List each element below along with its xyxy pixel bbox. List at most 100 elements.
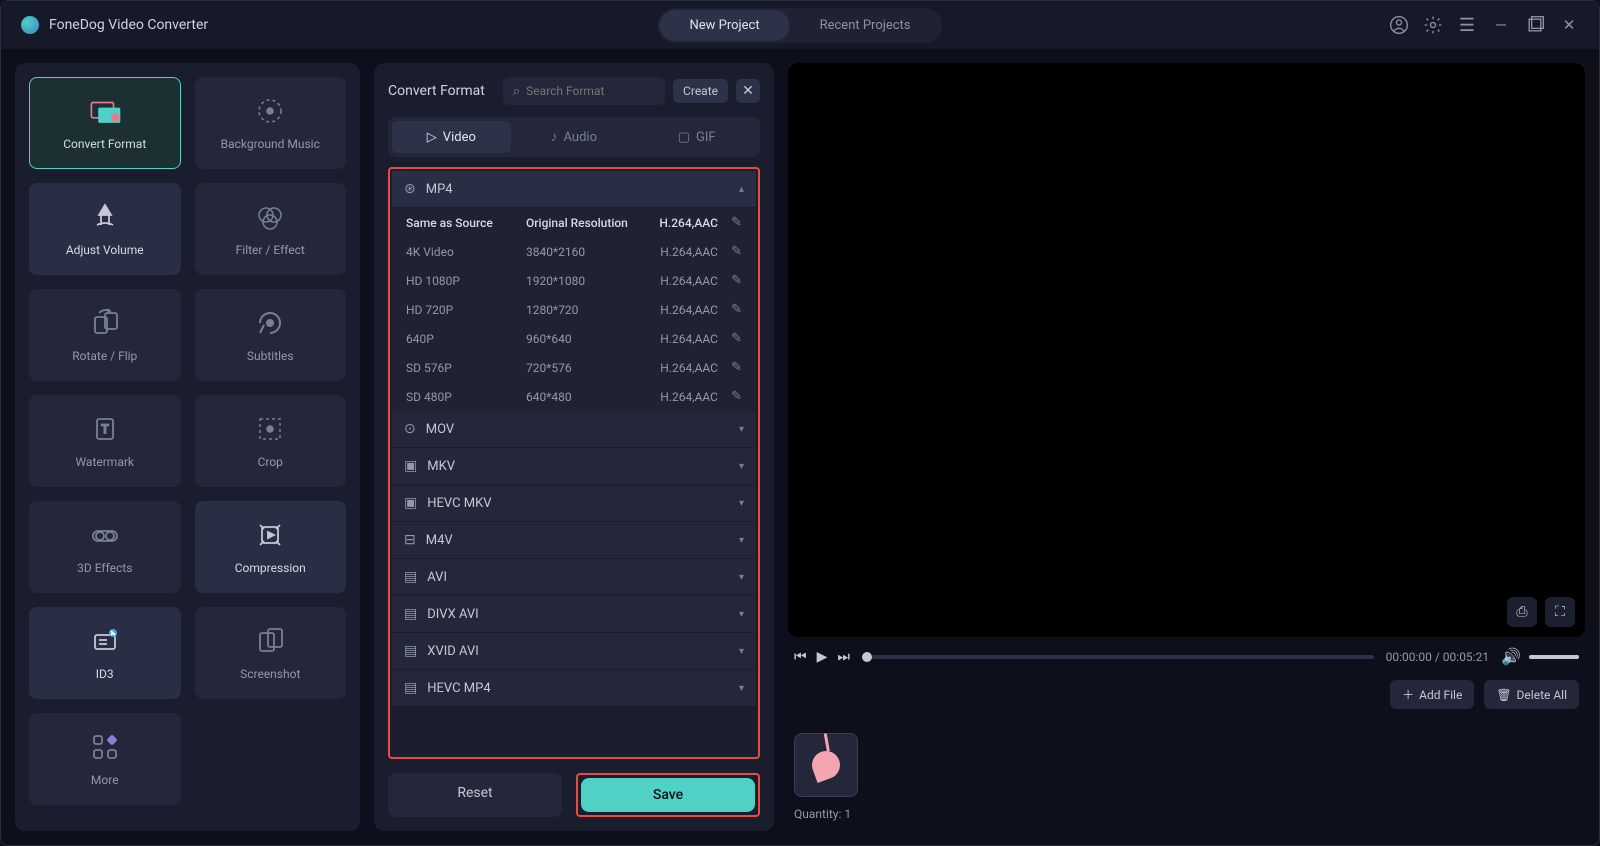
- format-codec: H.264,AAC: [648, 390, 718, 404]
- chevron-down-icon: ▾: [739, 461, 744, 472]
- format-row[interactable]: SD 480P640*480H.264,AAC✎: [392, 382, 756, 411]
- user-icon[interactable]: [1389, 15, 1409, 35]
- play-button[interactable]: ▶: [817, 649, 828, 665]
- tool-screenshot[interactable]: Screenshot: [195, 607, 347, 699]
- file-thumbnail[interactable]: [794, 733, 858, 797]
- tool-convert-format[interactable]: Convert Format: [29, 77, 181, 169]
- menu-icon[interactable]: ☰: [1457, 15, 1477, 35]
- tab-recent-projects[interactable]: Recent Projects: [790, 10, 941, 41]
- chevron-down-icon: ▾: [739, 535, 744, 546]
- edit-icon[interactable]: ✎: [718, 215, 742, 230]
- format-row[interactable]: 640P960*640H.264,AAC✎: [392, 324, 756, 353]
- volume-icon: [88, 201, 122, 233]
- snapshot-icon[interactable]: ⎙: [1507, 597, 1537, 627]
- tab-new-project[interactable]: New Project: [659, 10, 789, 41]
- format-row[interactable]: SD 576P720*576H.264,AAC✎: [392, 353, 756, 382]
- tool-label: Convert Format: [63, 137, 146, 151]
- window-minimize[interactable]: —: [1491, 15, 1511, 35]
- tool-id3[interactable]: ID3: [29, 607, 181, 699]
- delete-all-button[interactable]: 🗑 Delete All: [1484, 680, 1579, 709]
- audio-icon: ♪: [551, 129, 558, 145]
- 3d-icon: [88, 519, 122, 551]
- format-row[interactable]: Same as SourceOriginal ResolutionH.264,A…: [392, 208, 756, 237]
- format-group-label: DIVX AVI: [427, 607, 739, 622]
- tool-crop[interactable]: Crop: [195, 395, 347, 487]
- reset-button[interactable]: Reset: [388, 773, 562, 817]
- format-resolution: 1920*1080: [526, 274, 648, 288]
- tool-label: Subtitles: [247, 349, 294, 363]
- format-row[interactable]: 4K Video3840*2160H.264,AAC✎: [392, 237, 756, 266]
- prev-button[interactable]: ⏮: [794, 649, 807, 665]
- edit-icon[interactable]: ✎: [718, 360, 742, 375]
- edit-icon[interactable]: ✎: [718, 244, 742, 259]
- tool-3d-effects[interactable]: 3D Effects: [29, 501, 181, 593]
- create-button[interactable]: Create: [673, 79, 728, 103]
- video-preview[interactable]: ⎙ ⛶: [788, 63, 1585, 637]
- format-group-label: MOV: [426, 422, 739, 437]
- tool-more[interactable]: More: [29, 713, 181, 805]
- edit-icon[interactable]: ✎: [718, 302, 742, 317]
- tool-subtitles[interactable]: Subtitles: [195, 289, 347, 381]
- tab-audio[interactable]: ♪Audio: [515, 121, 634, 153]
- format-group-m4v[interactable]: ⊟M4V▾: [392, 522, 756, 559]
- format-codec: H.264,AAC: [648, 332, 718, 346]
- tool-watermark[interactable]: TWatermark: [29, 395, 181, 487]
- more-icon: [88, 731, 122, 763]
- tool-label: More: [91, 773, 119, 787]
- tab-video[interactable]: ▷Video: [392, 121, 511, 153]
- volume-icon[interactable]: 🔊: [1501, 647, 1521, 666]
- chevron-up-icon: ▴: [739, 184, 744, 195]
- format-resolution: Original Resolution: [526, 216, 648, 230]
- settings-icon[interactable]: [1423, 15, 1443, 35]
- tab-gif[interactable]: ▢GIF: [637, 121, 756, 153]
- volume-slider[interactable]: [1529, 655, 1579, 659]
- window-maximize[interactable]: [1525, 15, 1545, 35]
- panel-title: Convert Format: [388, 83, 485, 99]
- format-group-divx-avi[interactable]: ▤DIVX AVI▾: [392, 596, 756, 633]
- music-icon: [253, 95, 287, 127]
- search-format-wrap[interactable]: ⌕: [503, 77, 665, 105]
- add-file-button[interactable]: ＋ Add File: [1390, 680, 1474, 709]
- app-logo: [21, 16, 39, 34]
- next-button[interactable]: ⏭: [837, 649, 850, 665]
- convert-icon: [88, 95, 122, 127]
- format-icon: ▤: [404, 606, 417, 622]
- edit-icon[interactable]: ✎: [718, 273, 742, 288]
- tool-label: Rotate / Flip: [72, 349, 137, 363]
- format-group-mp4[interactable]: ⊛MP4▴: [392, 171, 756, 208]
- close-panel-button[interactable]: ✕: [736, 79, 760, 103]
- format-name: HD 1080P: [406, 274, 526, 288]
- format-name: SD 576P: [406, 361, 526, 375]
- save-button[interactable]: Save: [581, 778, 755, 812]
- format-list[interactable]: ⊛MP4▴Same as SourceOriginal ResolutionH.…: [388, 167, 760, 759]
- tool-compression[interactable]: Compression: [195, 501, 347, 593]
- music-note-icon: [808, 747, 844, 783]
- format-row[interactable]: HD 1080P1920*1080H.264,AAC✎: [392, 266, 756, 295]
- tool-background-music[interactable]: Background Music: [195, 77, 347, 169]
- format-group-xvid-avi[interactable]: ▤XVID AVI▾: [392, 633, 756, 670]
- format-icon: ▤: [404, 569, 417, 585]
- tool-filter-effect[interactable]: Filter / Effect: [195, 183, 347, 275]
- format-group-mov[interactable]: ⊙MOV▾: [392, 411, 756, 448]
- format-group-mkv[interactable]: ▣MKV▾: [392, 448, 756, 485]
- format-group-hevc-mkv[interactable]: ▣HEVC MKV▾: [392, 485, 756, 522]
- chevron-down-icon: ▾: [739, 683, 744, 694]
- format-group-hevc-mp4[interactable]: ▤HEVC MP4▾: [392, 670, 756, 707]
- quantity-label: Quantity: 1: [794, 807, 1579, 821]
- format-codec: H.264,AAC: [648, 245, 718, 259]
- format-name: 640P: [406, 332, 526, 346]
- format-row[interactable]: HD 720P1280*720H.264,AAC✎: [392, 295, 756, 324]
- edit-icon[interactable]: ✎: [718, 331, 742, 346]
- format-resolution: 640*480: [526, 390, 648, 404]
- window-close[interactable]: ✕: [1559, 15, 1579, 35]
- tool-adjust-volume[interactable]: Adjust Volume: [29, 183, 181, 275]
- tool-rotate-flip[interactable]: Rotate / Flip: [29, 289, 181, 381]
- gif-icon: ▢: [678, 130, 690, 145]
- progress-thumb[interactable]: [862, 652, 872, 662]
- fullscreen-icon[interactable]: ⛶: [1545, 597, 1575, 627]
- format-group-avi[interactable]: ▤AVI▾: [392, 559, 756, 596]
- edit-icon[interactable]: ✎: [718, 389, 742, 404]
- search-format-input[interactable]: [526, 84, 655, 98]
- progress-bar[interactable]: [862, 655, 1374, 659]
- compress-icon: [253, 519, 287, 551]
